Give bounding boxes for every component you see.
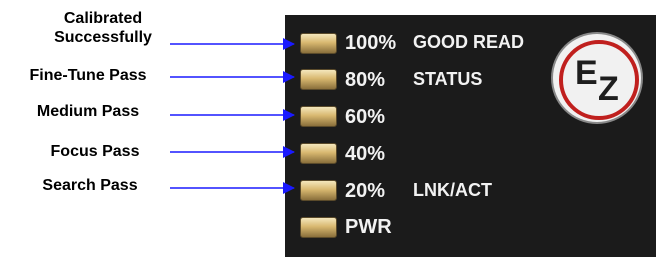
callout-arrows (170, 38, 295, 194)
